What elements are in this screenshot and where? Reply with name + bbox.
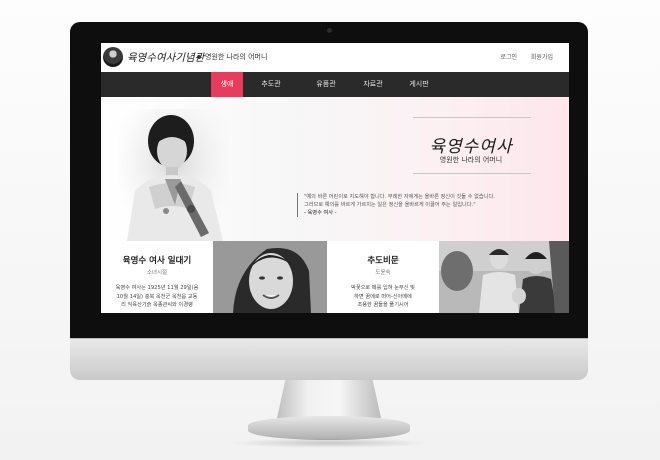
card-body-line: 리 익육산기슭 옥종관씨와 이경령 xyxy=(121,302,193,308)
site-header: 육영수여사기념관 영원한 나라의 어머니 로그인 회원가입 xyxy=(101,43,569,72)
biography-card[interactable]: 육영수 여사 일대기 소녀시절 육영수 여사는 1925년 11월 29일(음 … xyxy=(101,241,213,313)
website-screen: 육영수여사기념관 영원한 나라의 어머니 로그인 회원가입 생애 추도관 유품관… xyxy=(101,43,569,313)
login-link[interactable]: 로그인 xyxy=(500,54,517,61)
nav-item-archive[interactable]: 자료관 xyxy=(353,72,393,97)
quote-line: "예의 바른 어린이로 지도해야 합니다. 무례한 자에게는 올바른 정신이 깃… xyxy=(304,194,495,200)
hero-top-rule xyxy=(413,117,531,118)
hero-subname: 영원한 나라의 어머니 xyxy=(439,156,503,164)
camera-icon xyxy=(327,28,332,33)
card-title: 추도비문 xyxy=(367,256,399,266)
header-links: 로그인 회원가입 xyxy=(488,52,553,61)
portrait-photo xyxy=(119,109,229,241)
hero-bottom-rule xyxy=(413,173,531,174)
card-body-line: 육영수 여사는 1925년 11월 29일(음 xyxy=(115,285,199,291)
monitor-stand-neck xyxy=(277,380,381,418)
site-title[interactable]: 육영수여사기념관 xyxy=(127,50,204,65)
hero-quote: "예의 바른 어린이로 지도해야 합니다. 무례한 자에게는 올바른 정신이 깃… xyxy=(297,193,565,217)
site-subtitle: 영원한 나라의 어머니 xyxy=(205,53,268,61)
eulogy-card[interactable]: 추도비문 도윤숙 박꽃으로 떼를 입혀 눈부신 빛 하면 꿈에로 떠어-신아메에… xyxy=(327,241,439,313)
nav-item-memorial[interactable]: 추도관 xyxy=(251,72,291,97)
card-title: 육영수 여사 일대기 xyxy=(122,256,192,266)
hero-name: 육영수여사 xyxy=(429,137,513,157)
monitor-shadow xyxy=(228,438,432,448)
content-cards: 육영수 여사 일대기 소녀시절 육영수 여사는 1925년 11월 29일(음 … xyxy=(101,241,569,313)
nav-item-relics[interactable]: 유품관 xyxy=(306,72,346,97)
signup-link[interactable]: 회원가입 xyxy=(531,54,553,61)
quote-author: - 육영수 여사 - xyxy=(304,210,337,216)
card-body: 박꽃으로 떼를 입혀 눈부신 빛 하면 꿈에로 떠어-신아메에 조용한 꿈들을 … xyxy=(333,284,433,310)
card-body-line: 조용한 꿈들을 풀기시어 xyxy=(357,302,409,308)
main-nav: 생애 추도관 유품관 자료관 게시판 xyxy=(101,72,569,97)
portrait-avatar-icon[interactable] xyxy=(103,47,123,67)
card-body-line: 10월 14일) 충북 옥천군 옥천읍 교동 xyxy=(116,293,198,300)
family-photo[interactable] xyxy=(439,241,569,313)
nav-item-board[interactable]: 게시판 xyxy=(399,72,439,97)
card-subtitle: 소녀시절 xyxy=(146,270,168,276)
quote-line: 그러므로 예의를 바르게 가르치는 일은 정신을 올바르게 이끌어 주는 일입니… xyxy=(304,202,476,208)
card-body-line: 하면 꿈에로 떠어-신아메에 xyxy=(354,293,412,300)
title-separator-dot xyxy=(197,55,201,59)
young-portrait-photo[interactable] xyxy=(213,241,327,313)
card-body: 육영수 여사는 1925년 11월 29일(음 10월 14일) 충북 옥천군 … xyxy=(107,284,207,310)
card-body-line: 박꽃으로 떼를 입혀 눈부신 빛 xyxy=(351,285,415,291)
monitor-chin xyxy=(70,338,588,380)
card-subtitle: 도윤숙 xyxy=(375,270,391,276)
monitor-stand-base xyxy=(248,416,410,440)
hero-banner: 육영수여사 영원한 나라의 어머니 "예의 바른 어린이로 지도해야 합니다. … xyxy=(101,97,569,241)
nav-item-life[interactable]: 생애 xyxy=(211,72,243,97)
